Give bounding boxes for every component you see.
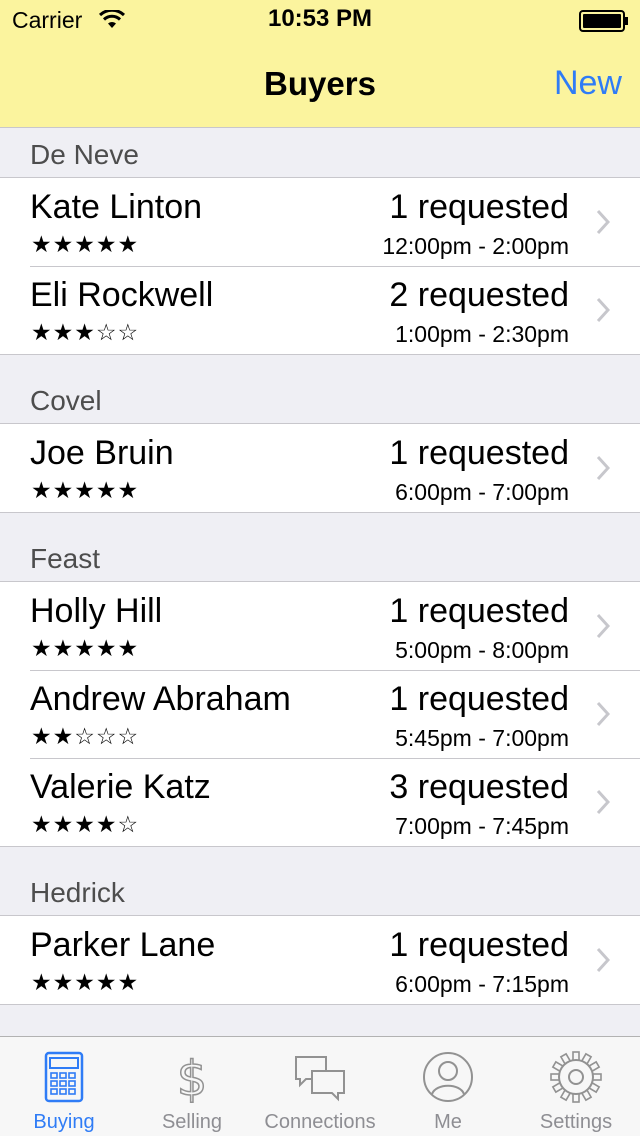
dollar-icon: $	[164, 1049, 220, 1108]
status-bar: Carrier 10:53 PM	[0, 0, 640, 40]
tab-label: Buying	[33, 1111, 95, 1133]
requested-count: 1 requested	[389, 434, 569, 472]
rating-stars: ★★☆☆☆	[31, 723, 140, 749]
new-button[interactable]: New	[554, 63, 622, 103]
buyers-list[interactable]: De Neve Kate Linton ★★★★★ 1 requested 12:00p…	[0, 129, 640, 1036]
person-icon	[420, 1049, 476, 1105]
tab-label: Selling	[161, 1111, 223, 1133]
tab-buying[interactable]: Buying	[0, 1037, 128, 1136]
buyer-name: Joe Bruin	[30, 434, 174, 472]
time-range: 5:00pm - 8:00pm	[395, 637, 569, 663]
requested-count: 3 requested	[389, 768, 569, 806]
buyer-row[interactable]: Joe Bruin ★★★★★ 1 requested 6:00pm - 7:00pm	[0, 424, 640, 512]
section-rows: Kate Linton ★★★★★ 1 requested 12:00pm - 2:0…	[0, 177, 640, 355]
section-rows: Holly Hill ★★★★★ 1 requested 5:00pm - 8:00p…	[0, 581, 640, 847]
rating-stars: ★★★☆☆	[31, 319, 140, 345]
section-title: Hedrick	[30, 877, 125, 908]
section-header: Covel	[0, 375, 640, 423]
rating-stars: ★★★★★	[31, 635, 140, 661]
tab-settings[interactable]: Settings	[512, 1037, 640, 1136]
tab-label: Settings	[539, 1111, 613, 1133]
section-header: Feast	[0, 533, 640, 581]
time-range: 5:45pm - 7:00pm	[395, 725, 569, 751]
requested-count: 1 requested	[389, 592, 569, 630]
svg-text:$: $	[177, 1051, 208, 1105]
rating-stars: ★★★★★	[31, 231, 140, 257]
tab-label: Connections	[264, 1111, 376, 1133]
chevron-right-icon	[596, 455, 610, 481]
rating-stars: ★★★★★	[31, 969, 140, 995]
status-time: 10:53 PM	[267, 5, 373, 32]
tab-me[interactable]: Me	[384, 1037, 512, 1136]
section-rows: Joe Bruin ★★★★★ 1 requested 6:00pm - 7:00pm	[0, 423, 640, 513]
section-title: De Neve	[30, 139, 139, 170]
time-range: 12:00pm - 2:00pm	[382, 233, 569, 259]
section-header: De Neve	[0, 129, 640, 177]
buyer-name: Valerie Katz	[30, 768, 211, 806]
tab-selling[interactable]: $ Selling	[128, 1037, 256, 1136]
section-header: Hedrick	[0, 867, 640, 915]
chat-bubbles-icon	[292, 1049, 348, 1105]
time-range: 6:00pm - 7:00pm	[395, 479, 569, 505]
rating-stars: ★★★★☆	[31, 811, 140, 837]
buyer-row[interactable]: Eli Rockwell ★★★☆☆ 2 requested 1:00pm - 2:3…	[0, 266, 640, 354]
buyer-name: Kate Linton	[30, 188, 203, 226]
tab-label: Me	[434, 1111, 462, 1133]
buyer-name: Eli Rockwell	[30, 276, 214, 314]
time-range: 1:00pm - 2:30pm	[395, 321, 569, 347]
rating-stars: ★★★★★	[31, 477, 140, 503]
battery-icon	[579, 10, 628, 32]
buyer-row[interactable]: Kate Linton ★★★★★ 1 requested 12:00pm - 2:0…	[0, 178, 640, 266]
chevron-right-icon	[596, 297, 610, 323]
buyer-name: Holly Hill	[30, 592, 163, 630]
chevron-right-icon	[596, 789, 610, 815]
navigation-header: Carrier 10:53 PM Buyers New	[0, 0, 640, 128]
chevron-right-icon	[596, 209, 610, 235]
buyer-row[interactable]: Parker Lane ★★★★★ 1 requested 6:00pm - 7:15…	[0, 916, 640, 1004]
section-title: Covel	[30, 385, 102, 416]
gear-icon	[548, 1049, 604, 1105]
buyer-name: Parker Lane	[30, 926, 216, 964]
buyer-row[interactable]: Andrew Abraham ★★☆☆☆ 1 requested 5:45pm - 7…	[0, 670, 640, 758]
page-title: Buyers	[264, 65, 376, 102]
chevron-right-icon	[596, 947, 610, 973]
calculator-icon	[36, 1049, 92, 1105]
section-rows: Parker Lane ★★★★★ 1 requested 6:00pm - 7:15…	[0, 915, 640, 1005]
buyer-row[interactable]: Valerie Katz ★★★★☆ 3 requested 7:00pm - 7:4…	[0, 758, 640, 846]
requested-count: 2 requested	[389, 276, 569, 314]
buyer-row[interactable]: Holly Hill ★★★★★ 1 requested 5:00pm - 8:00p…	[0, 582, 640, 670]
requested-count: 1 requested	[389, 188, 569, 226]
buyer-name: Andrew Abraham	[30, 680, 291, 718]
time-range: 7:00pm - 7:45pm	[395, 813, 569, 839]
requested-count: 1 requested	[389, 926, 569, 964]
chevron-right-icon	[596, 613, 610, 639]
tab-connections[interactable]: Connections	[256, 1037, 384, 1136]
requested-count: 1 requested	[389, 680, 569, 718]
time-range: 6:00pm - 7:15pm	[395, 971, 569, 997]
section-title: Feast	[30, 543, 101, 574]
tab-bar: Buying $ Selling Connections Me Settings	[0, 1036, 640, 1136]
chevron-right-icon	[596, 701, 610, 727]
